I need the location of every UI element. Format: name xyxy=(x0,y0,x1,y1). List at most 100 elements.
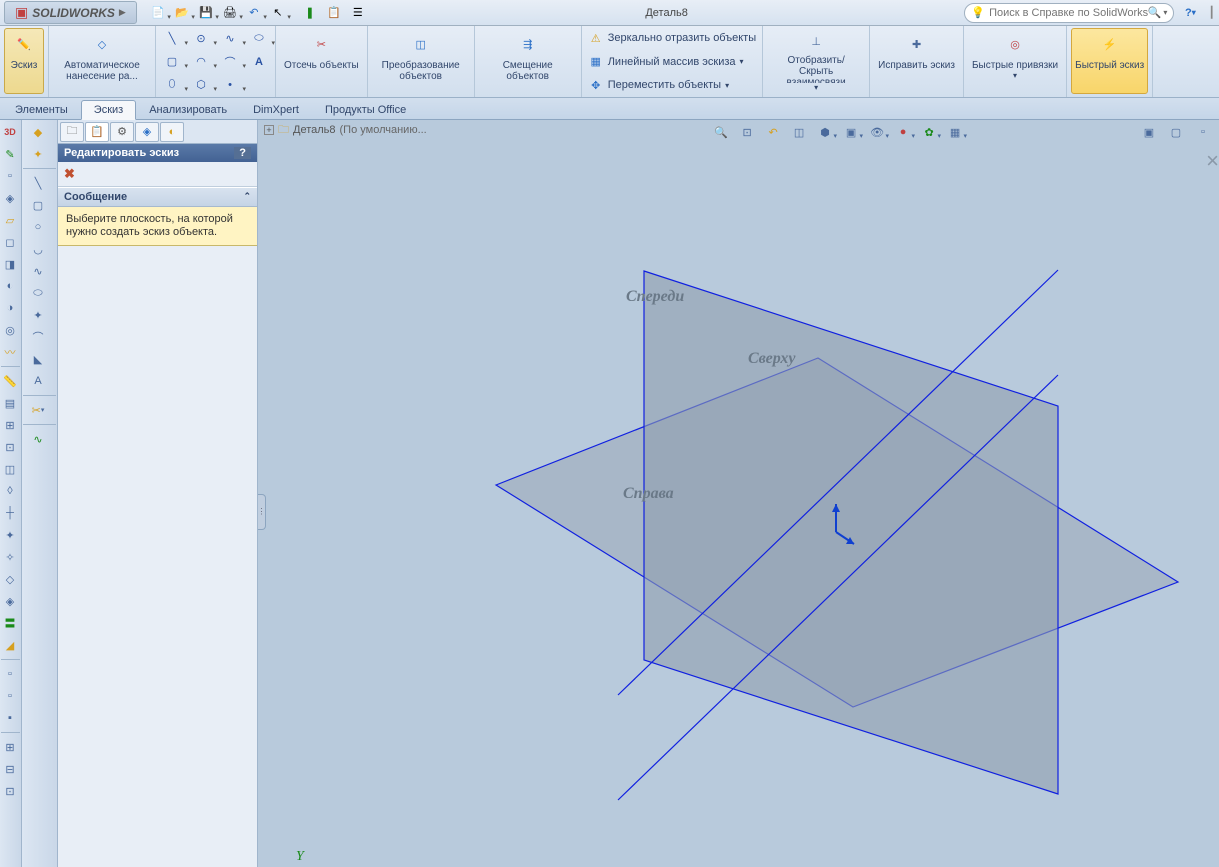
help-button[interactable]: ?▾ xyxy=(1180,3,1200,23)
v2tool-point[interactable]: ✦ xyxy=(22,305,54,325)
vtool-25[interactable]: ▫ xyxy=(0,664,20,684)
v2tool-trim[interactable]: ✂▾ xyxy=(22,400,54,420)
expand-icon[interactable]: + xyxy=(264,125,274,135)
select-button[interactable]: ↖▾ xyxy=(267,3,289,23)
vtool-13[interactable]: ▤ xyxy=(0,393,20,413)
move-entities-button[interactable]: ✥ Переместить объекты ▾ xyxy=(584,75,733,95)
slot-tool[interactable]: ⬯▾ xyxy=(158,74,186,95)
polygon-tool[interactable]: ⬡▾ xyxy=(187,74,215,95)
circle-tool[interactable]: ⊙▾ xyxy=(187,28,215,49)
viewport-button-2[interactable]: ▢ xyxy=(1164,122,1188,142)
property-cancel-button[interactable]: ✖ xyxy=(64,166,75,181)
vtool-4[interactable]: ◈ xyxy=(0,188,20,208)
fillet-tool[interactable]: ⌒▾ xyxy=(216,51,244,72)
vtool-30[interactable]: ⊡ xyxy=(0,781,20,801)
new-file-button[interactable]: 📄▾ xyxy=(147,3,169,23)
vtool-14[interactable]: ⊞ xyxy=(0,415,20,435)
sketch-tool[interactable]: ✎ xyxy=(0,144,20,164)
rapid-sketch-button[interactable]: ⚡ Быстрый эскиз xyxy=(1071,28,1148,94)
tab-dimxpert[interactable]: DimXpert xyxy=(240,100,312,119)
auto-dimension-button[interactable]: ◇ Автоматическое нанесение ра... xyxy=(53,28,151,94)
panel-tab-feature[interactable]: 🗀 xyxy=(60,122,84,142)
scene-button[interactable]: ✿▾ xyxy=(917,122,941,142)
repair-sketch-button[interactable]: ✚ Исправить эскиз xyxy=(874,28,959,94)
tab-office[interactable]: Продукты Office xyxy=(312,100,419,119)
property-help-button[interactable]: ? xyxy=(234,147,251,159)
vtool-28[interactable]: ⊞ xyxy=(0,737,20,757)
line-tool[interactable]: ╲▾ xyxy=(158,28,186,49)
vtool-27[interactable]: ▪ xyxy=(0,708,20,728)
view-settings-button[interactable]: ▦▾ xyxy=(943,122,967,142)
vtool-21[interactable]: ◇ xyxy=(0,569,20,589)
vtool-11[interactable]: 〰 xyxy=(0,342,20,362)
vtool-8[interactable]: ◐ xyxy=(0,276,20,296)
vtool-16[interactable]: ◫ xyxy=(0,459,20,479)
rectangle-tool[interactable]: ▢▾ xyxy=(158,51,186,72)
options-button[interactable]: 📋 xyxy=(323,3,345,23)
v2tool-chamfer[interactable]: ◣ xyxy=(22,349,54,369)
help-search-box[interactable]: 💡 🔍 ▾ xyxy=(964,3,1174,23)
v2tool-fillet[interactable]: ⌒ xyxy=(22,327,54,347)
panel-tab-config[interactable]: ⚙ xyxy=(110,122,134,142)
vtool-5[interactable]: ▱ xyxy=(0,210,20,230)
display-style-button[interactable]: ▣▾ xyxy=(839,122,863,142)
arc-tool[interactable]: ◠▾ xyxy=(187,51,215,72)
ellipse-tool[interactable]: ⬭▾ xyxy=(245,28,273,49)
v2tool-spline[interactable]: ∿ xyxy=(22,261,54,281)
vtool-18[interactable]: ┼ xyxy=(0,503,20,523)
vtool-22[interactable]: ◈ xyxy=(0,591,20,611)
trim-button[interactable]: ✂ Отсечь объекты xyxy=(280,28,363,94)
vtool-24[interactable]: ◢ xyxy=(0,635,20,655)
tab-elements[interactable]: Элементы xyxy=(2,100,81,119)
linear-pattern-button[interactable]: ▦ Линейный массив эскиза ▾ xyxy=(584,52,748,72)
text-tool[interactable]: A xyxy=(245,51,273,72)
vtool-23[interactable]: 〓 xyxy=(0,613,20,633)
v2tool-circle[interactable]: ○ xyxy=(22,217,54,237)
panel-tab-display[interactable]: ◐ xyxy=(160,122,184,142)
hide-show-button[interactable]: 👁▾ xyxy=(865,122,889,142)
rebuild-button[interactable]: ❚ xyxy=(299,3,321,23)
previous-view-button[interactable]: ↶ xyxy=(761,122,785,142)
viewport-button-3[interactable]: ▫ xyxy=(1191,122,1215,142)
panel-tab-dim[interactable]: ◈ xyxy=(135,122,159,142)
list-button[interactable]: ☰ xyxy=(347,3,369,23)
breadcrumb-part[interactable]: Деталь8 xyxy=(293,124,336,136)
point-tool[interactable]: •▾ xyxy=(216,74,244,95)
vtool-7[interactable]: ◨ xyxy=(0,254,20,274)
panel-tab-property[interactable]: 📋 xyxy=(85,122,109,142)
spline-tool[interactable]: ∿▾ xyxy=(216,28,244,49)
v2tool-rect[interactable]: ▢ xyxy=(22,195,54,215)
appearance-button[interactable]: ●▾ xyxy=(891,122,915,142)
vtool-15[interactable]: ⊡ xyxy=(0,437,20,457)
mirror-entities-button[interactable]: ⚠ Зеркально отразить объекты xyxy=(584,28,760,48)
print-button[interactable]: 🖨▾ xyxy=(219,3,241,23)
vtool-6[interactable]: ◻ xyxy=(0,232,20,252)
v2tool-ellipse[interactable]: ⬭ xyxy=(22,283,54,303)
help-search-input[interactable] xyxy=(989,7,1148,19)
v2tool-2[interactable]: ✦ xyxy=(22,144,54,164)
sketch-button[interactable]: ✏️ Эскиз xyxy=(4,28,44,94)
v2tool-text[interactable]: A xyxy=(22,371,54,391)
vtool-20[interactable]: ✧ xyxy=(0,547,20,567)
app-logo[interactable]: ▣ SOLIDWORKS ▶ xyxy=(4,1,137,24)
vtool-26[interactable]: ▫ xyxy=(0,686,20,706)
tab-sketch[interactable]: Эскиз xyxy=(81,100,136,120)
v2tool-arc[interactable]: ◡ xyxy=(22,239,54,259)
save-button[interactable]: 💾▾ xyxy=(195,3,217,23)
quick-snaps-button[interactable]: ◎ Быстрые привязки ▾ xyxy=(968,28,1062,94)
convert-entities-button[interactable]: ◫ Преобразование объектов xyxy=(372,28,470,94)
offset-entities-button[interactable]: ⇶ Смещение объектов xyxy=(479,28,577,94)
vtool-10[interactable]: ◎ xyxy=(0,320,20,340)
zoom-area-button[interactable]: ⊡ xyxy=(735,122,759,142)
graphics-canvas[interactable]: Спереди Сверху Справа Y xyxy=(258,140,1219,867)
view-orientation-button[interactable]: ⬢▾ xyxy=(813,122,837,142)
vtool-3[interactable]: ▫ xyxy=(0,166,20,186)
v2tool-line[interactable]: ╲ xyxy=(22,173,54,193)
viewport-button-1[interactable]: ▣ xyxy=(1137,122,1161,142)
v2tool-1[interactable]: ◆ xyxy=(22,122,54,142)
open-file-button[interactable]: 📂▾ xyxy=(171,3,193,23)
vtool-12[interactable]: 📏 xyxy=(0,371,20,391)
3d-sketch-tool[interactable]: 3D xyxy=(0,122,20,142)
display-relations-button[interactable]: ⊥ Отобразить/Скрыть взаимосвязи ▾ xyxy=(767,28,865,94)
tab-analyze[interactable]: Анализировать xyxy=(136,100,240,119)
